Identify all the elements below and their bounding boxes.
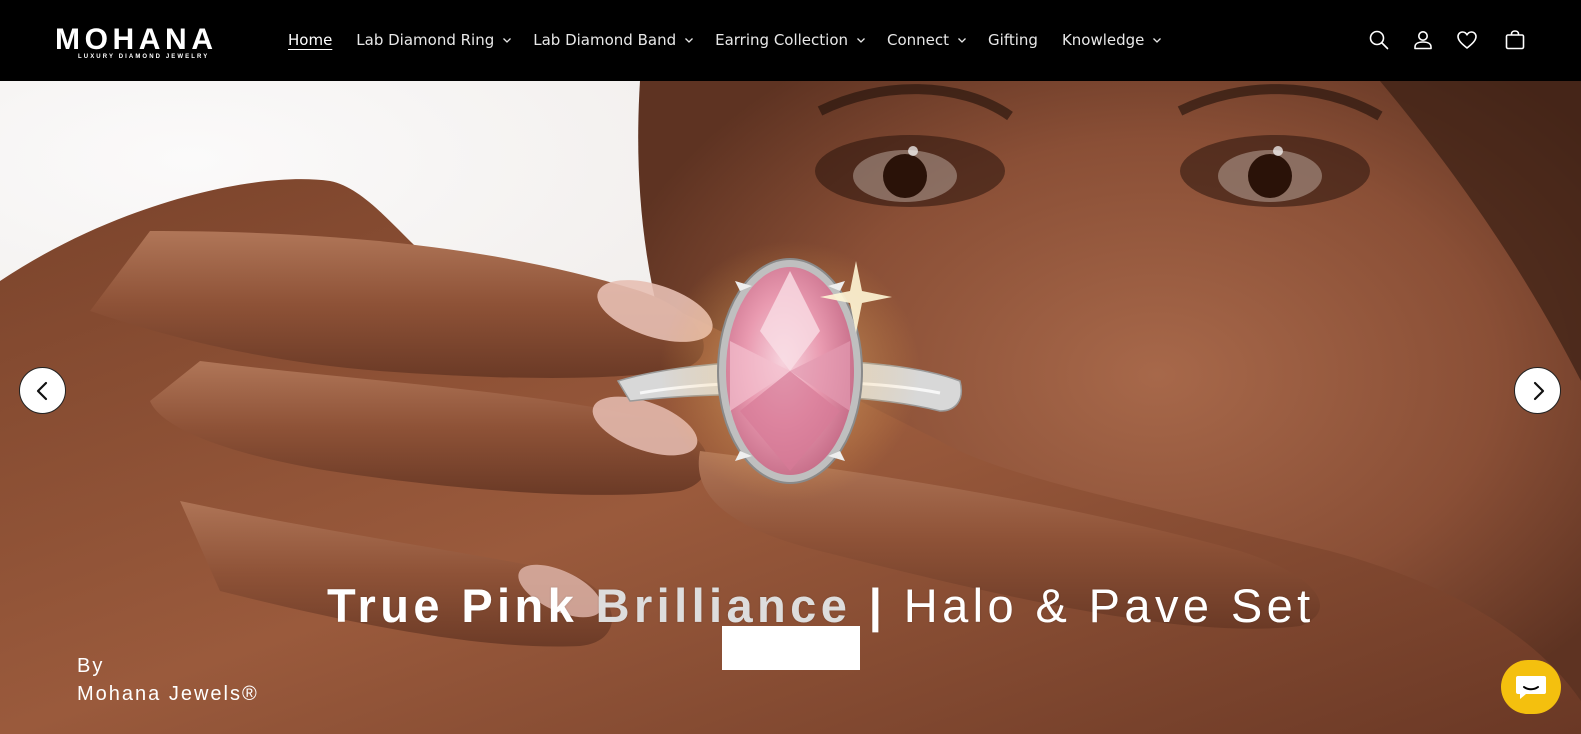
- carousel-prev-button[interactable]: [19, 367, 66, 414]
- nav-lab-diamond-band-label: Lab Diamond Band: [533, 31, 677, 49]
- nav-home-label: Home: [288, 31, 333, 49]
- hero-banner: True Pink Brilliance | Halo & Pave Set B…: [0, 81, 1581, 734]
- hero-cta-button[interactable]: [722, 626, 860, 670]
- main-nav: Home Lab Diamond Ring Lab Diamond Band E…: [288, 30, 1163, 50]
- chat-button[interactable]: [1501, 660, 1561, 714]
- wishlist-heart-icon[interactable]: [1455, 28, 1479, 52]
- nav-earring-collection[interactable]: Earring Collection: [715, 30, 867, 50]
- account-icon[interactable]: [1411, 28, 1435, 52]
- nav-earring-collection-label: Earring Collection: [715, 31, 849, 49]
- carousel-next-button[interactable]: [1514, 367, 1561, 414]
- nav-home[interactable]: Home: [288, 30, 332, 50]
- nav-gifting[interactable]: Gifting: [988, 30, 1038, 50]
- nav-lab-diamond-band[interactable]: Lab Diamond Band: [533, 30, 695, 50]
- site-header: MOHANA LUXURY DIAMOND JEWELRY Home Lab D…: [0, 0, 1581, 81]
- brand-tagline: LUXURY DIAMOND JEWELRY: [78, 54, 210, 60]
- byline-line2: Mohana Jewels®: [77, 683, 259, 705]
- chevron-down-icon: [503, 38, 512, 43]
- hero-title-part3: Halo & Pave Set: [903, 579, 1315, 632]
- chevron-left-icon: [36, 381, 47, 400]
- nav-lab-diamond-ring-label: Lab Diamond Ring: [356, 31, 495, 49]
- hero-title: True Pink Brilliance | Halo & Pave Set: [327, 579, 1310, 633]
- brand-name: MOHANA: [55, 23, 218, 56]
- search-icon[interactable]: [1367, 28, 1391, 52]
- hero-title-part1: True Pink: [327, 579, 579, 632]
- chat-bubble-icon: [1516, 676, 1546, 699]
- nav-lab-diamond-ring[interactable]: Lab Diamond Ring: [356, 30, 513, 50]
- byline-line1: By: [77, 655, 105, 677]
- hero-byline: By Mohana Jewels®: [77, 652, 259, 708]
- nav-connect-label: Connect: [887, 31, 950, 49]
- hero-title-separator: |: [868, 579, 887, 632]
- nav-knowledge-label: Knowledge: [1061, 31, 1145, 49]
- hero-title-part2: Brilliance: [595, 579, 852, 632]
- chevron-down-icon: [1153, 38, 1162, 43]
- brand-logo[interactable]: MOHANA LUXURY DIAMOND JEWELRY: [55, 25, 245, 65]
- chevron-down-icon: [958, 38, 967, 43]
- chevron-down-icon: [685, 38, 694, 43]
- chevron-right-icon: [1533, 381, 1544, 400]
- nav-connect[interactable]: Connect: [887, 30, 968, 50]
- nav-knowledge[interactable]: Knowledge: [1062, 30, 1163, 50]
- cart-bag-icon[interactable]: [1503, 28, 1527, 52]
- chevron-down-icon: [857, 38, 865, 43]
- nav-gifting-label: Gifting: [988, 31, 1038, 49]
